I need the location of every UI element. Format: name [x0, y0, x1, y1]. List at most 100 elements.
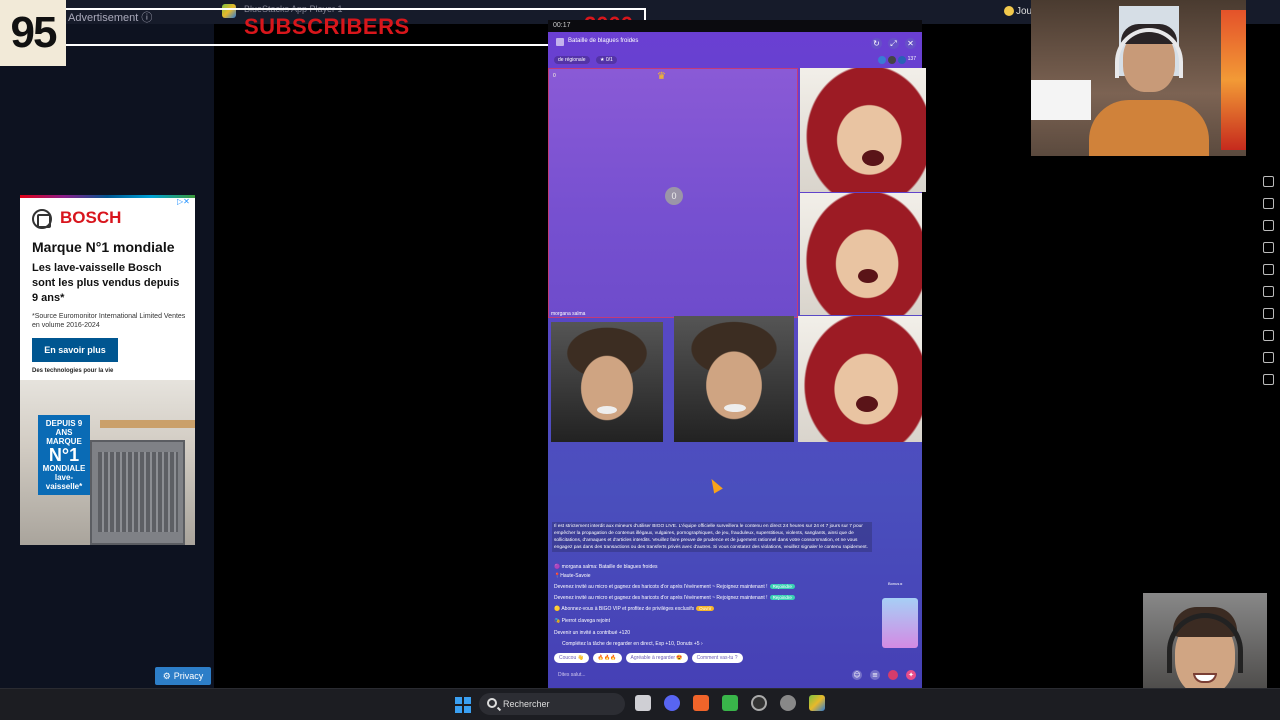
bosch-ad[interactable]: ▷✕ BOSCH Marque N°1 mondiale Les lave-va… — [20, 195, 195, 545]
chat-message[interactable]: 🟡 Abonnez-vous à BIGO VIP et profitez de… — [554, 606, 715, 612]
ad-badge-top: DEPUIS 9 ANS MARQUE — [45, 419, 83, 446]
sidebar-tool-icon[interactable] — [1263, 198, 1274, 209]
record-icon[interactable] — [751, 695, 767, 711]
seat-tag-value: 0/1 — [605, 57, 613, 63]
chat-message: 📍Haute-Savoie — [554, 573, 591, 579]
sidebar-tool-icon[interactable] — [1263, 176, 1274, 187]
emoji-icon[interactable]: ☺ — [852, 670, 862, 680]
mouth — [856, 396, 878, 412]
webcam-background-table — [1031, 80, 1091, 120]
app-icon[interactable] — [722, 695, 738, 711]
window-controls: ↻ ⤢ ✕ — [871, 38, 916, 49]
room-title: Bataille de blagues froides — [568, 38, 639, 44]
ad-badge: DEPUIS 9 ANS MARQUE N°1 MONDIALE lave-va… — [38, 415, 90, 495]
adchoices-icon[interactable]: ▷✕ — [177, 197, 190, 206]
dishwasher-rack — [98, 452, 178, 532]
chat-message: 🎭 Pierrot clavega rejoint — [554, 618, 610, 624]
sidebar-tool-icon[interactable] — [1263, 374, 1274, 385]
subscriber-counter: 95 — [0, 0, 66, 66]
chat-input[interactable]: Dites salut... — [558, 672, 586, 678]
safety-notice: Il est strictement interdit aux mineurs … — [552, 522, 872, 552]
seat-tag[interactable]: ★ 0/1 — [596, 56, 617, 64]
menu-icon[interactable]: ≡ — [870, 670, 880, 680]
viewer-list[interactable]: 137 — [877, 56, 916, 64]
file-explorer-icon[interactable] — [635, 695, 651, 711]
smiley-icon — [1004, 6, 1014, 16]
chat-message[interactable]: Devenez invité au micro et gagnez des ha… — [554, 595, 795, 601]
expand-icon[interactable]: ⤢ — [888, 38, 899, 49]
close-icon[interactable]: ✕ — [905, 38, 916, 49]
viewer-avatar — [897, 56, 906, 64]
avatar[interactable] — [888, 670, 898, 680]
settings-icon[interactable] — [780, 695, 796, 711]
guest-video[interactable] — [674, 316, 794, 442]
sidebar-tool-icon[interactable] — [1263, 286, 1274, 297]
mouth — [862, 150, 884, 166]
chat-text: Abonnez-vous à BIGO VIP et profitez de p… — [561, 606, 695, 612]
crown-icon: ♛ — [657, 71, 666, 82]
chat-text: Haute-Savoie — [560, 573, 591, 579]
guest-video[interactable] — [800, 193, 922, 315]
subscribers-label: SUBSCRIBERS — [244, 14, 410, 39]
bigo-live-room: Bataille de blagues froides ↻ ⤢ ✕ de rég… — [548, 32, 926, 688]
privacy-button[interactable]: ⚙ Privacy — [155, 667, 211, 685]
chat-message: 🟣 morgana salma: Bataille de blagues fro… — [554, 564, 658, 570]
sidebar-tool-icon[interactable] — [1263, 242, 1274, 253]
join-chip[interactable]: Rejoindre — [769, 595, 795, 600]
brave-icon[interactable] — [693, 695, 709, 711]
privacy-label: Privacy — [173, 671, 204, 681]
chat-text: Devenir un invité a contribué +120 — [554, 630, 631, 636]
quick-reply[interactable]: 🔥🔥🔥 — [592, 653, 622, 663]
mouth — [724, 404, 746, 412]
chat-text: Devenez invité au micro et gagnez des ha… — [554, 584, 768, 590]
kitchen-counter — [100, 420, 195, 428]
clock: 00:17 — [553, 22, 571, 29]
mouth — [858, 269, 878, 283]
chat-message[interactable]: Complétez la tâche de regarder en direct… — [562, 641, 703, 647]
gift-banner[interactable] — [882, 598, 918, 648]
discord-icon[interactable] — [664, 695, 680, 711]
viewer-avatar — [887, 56, 896, 64]
ad-color-strip — [20, 195, 195, 198]
viewer-avatar — [877, 56, 886, 64]
quick-reply[interactable]: Agréable à regarder 😍 — [625, 653, 688, 663]
gift-icon[interactable]: ✦ — [906, 670, 916, 680]
ad-tagline: Des technologies pour la vie — [32, 368, 114, 374]
guest-video[interactable] — [800, 68, 926, 192]
room-icon — [556, 38, 564, 46]
sidebar-tool-icon[interactable] — [1263, 330, 1274, 341]
ad-cta-button[interactable]: En savoir plus — [32, 338, 118, 362]
chat-text: Pierrot clavega rejoint — [561, 618, 610, 624]
viewer-count: 137 — [907, 56, 916, 62]
refresh-icon[interactable]: ↻ — [871, 38, 882, 49]
gear-icon: ⚙ — [162, 670, 171, 681]
join-chip[interactable]: Rejoindre — [769, 584, 795, 589]
vip-chip[interactable]: Ouvrir — [696, 606, 715, 611]
bluestacks-taskbar-icon[interactable] — [809, 695, 825, 711]
sidebar-tool-icon[interactable] — [1263, 220, 1274, 231]
sidebar-tool-icon[interactable] — [1263, 308, 1274, 319]
sidebar-tool-icon[interactable] — [1263, 264, 1274, 275]
top-right-label[interactable]: Jou — [1016, 6, 1032, 17]
streamer-webcam — [1031, 0, 1246, 156]
windows-start-icon[interactable] — [455, 697, 471, 713]
ad-footnote: *Source Euromonitor International Limite… — [32, 313, 186, 329]
quick-reply[interactable]: Coucou 👋 — [554, 653, 589, 663]
seat-number: 0 — [665, 187, 683, 205]
chat-message[interactable]: Devenez invité au micro et gagnez des ha… — [554, 584, 795, 590]
taskbar-search[interactable]: Rechercher — [479, 693, 625, 715]
quick-reply[interactable]: Comment vas-tu ? — [691, 653, 743, 663]
search-icon — [487, 698, 497, 708]
host-score: 0 — [553, 73, 556, 79]
chat-text: Devenez invité au micro et gagnez des ha… — [554, 595, 768, 601]
ad-headline: Marque N°1 mondiale — [32, 239, 175, 255]
region-tag[interactable]: de régionale — [554, 56, 590, 64]
host-seat[interactable]: 0 ♛ 0 morgana salma — [548, 68, 798, 318]
gift-banner-label: Bonus ▸ — [888, 581, 903, 586]
guest-video[interactable] — [551, 322, 663, 442]
sidebar-tool-icon[interactable] — [1263, 352, 1274, 363]
guest-video[interactable] — [798, 316, 922, 442]
mouth — [597, 406, 617, 414]
emulator-sidebar — [1258, 160, 1280, 390]
bottom-toolbar: ☺ ≡ ✦ — [852, 670, 916, 680]
